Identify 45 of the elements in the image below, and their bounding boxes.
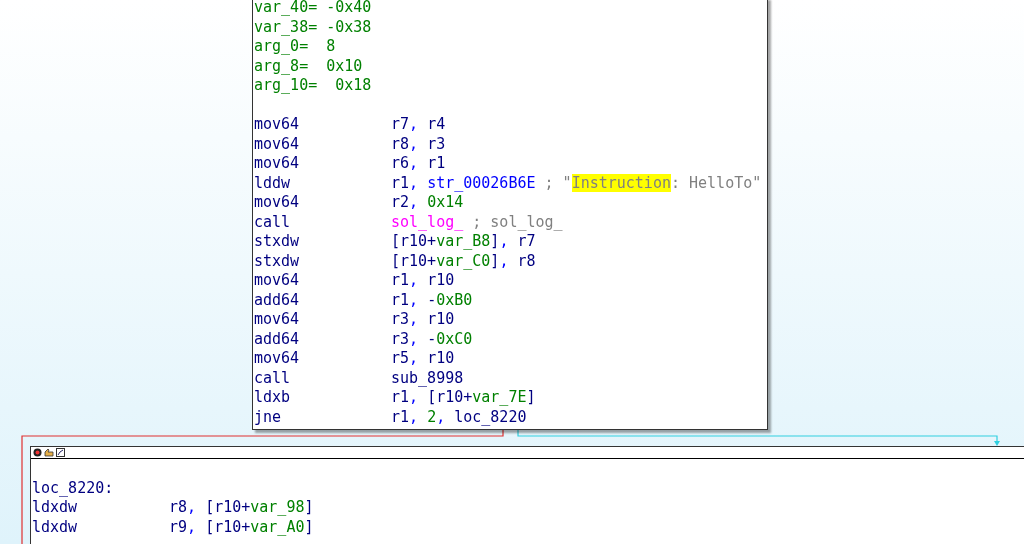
variable-declaration: arg_0= 8 bbox=[254, 39, 336, 55]
operands: r6, r1 bbox=[391, 156, 446, 172]
mnemonic: call bbox=[254, 214, 292, 230]
operands: r2, 0x14 bbox=[391, 195, 464, 211]
operands: sub_8998 bbox=[391, 370, 464, 386]
mnemonic: call bbox=[254, 370, 292, 386]
hand-icon[interactable] bbox=[44, 448, 54, 457]
operands: r1, [r10+var_7E] bbox=[391, 390, 536, 406]
operands: r3, -0xC0 bbox=[391, 331, 473, 347]
variable-declaration: arg_10= 0x18 bbox=[254, 78, 372, 94]
operands: r1, str_00026B6E ; "Instruction: HelloTo" bbox=[391, 175, 762, 191]
mnemonic: ldxb bbox=[254, 390, 292, 406]
mnemonic: mov64 bbox=[254, 117, 301, 133]
mnemonic: mov64 bbox=[254, 136, 301, 152]
mnemonic: add64 bbox=[254, 292, 301, 308]
color-icon[interactable] bbox=[33, 448, 42, 457]
operands: r1, 2, loc_8220 bbox=[391, 409, 527, 425]
mnemonic: mov64 bbox=[254, 195, 301, 211]
mnemonic: mov64 bbox=[254, 312, 301, 328]
mnemonic: lddw bbox=[254, 175, 292, 191]
operands: r8, r3 bbox=[391, 136, 446, 152]
mnemonic: add64 bbox=[254, 331, 301, 347]
mnemonic: mov64 bbox=[254, 351, 301, 367]
mnemonic: stxdw bbox=[254, 253, 301, 269]
graph-icon[interactable] bbox=[56, 448, 65, 457]
operands: r8, [r10+var_98] bbox=[169, 500, 314, 516]
operands: r7, r4 bbox=[391, 117, 446, 133]
mnemonic: jne bbox=[254, 409, 283, 425]
operands: [r10+var_B8], r7 bbox=[391, 234, 536, 250]
location-label: loc_8220: bbox=[32, 480, 114, 496]
operands: r3, r10 bbox=[391, 312, 455, 328]
mnemonic: ldxdw bbox=[32, 500, 79, 516]
mnemonic: ldxdw bbox=[32, 519, 79, 535]
operands: [r10+var_C0], r8 bbox=[391, 253, 536, 269]
operands: r1, -0xB0 bbox=[391, 292, 473, 308]
mnemonic: mov64 bbox=[254, 273, 301, 289]
mnemonic: mov64 bbox=[254, 156, 301, 172]
mnemonic: stxdw bbox=[254, 234, 301, 250]
operands: r5, r10 bbox=[391, 351, 455, 367]
operands: r1, r10 bbox=[391, 273, 455, 289]
variable-declaration: var_40= -0x40 bbox=[254, 0, 372, 16]
variable-declaration: var_38= -0x38 bbox=[254, 19, 372, 35]
operands: r9, [r10+var_A0] bbox=[169, 519, 314, 535]
operands: sol_log_ ; sol_log_ bbox=[391, 214, 563, 230]
variable-declaration: arg_8= 0x10 bbox=[254, 58, 363, 74]
